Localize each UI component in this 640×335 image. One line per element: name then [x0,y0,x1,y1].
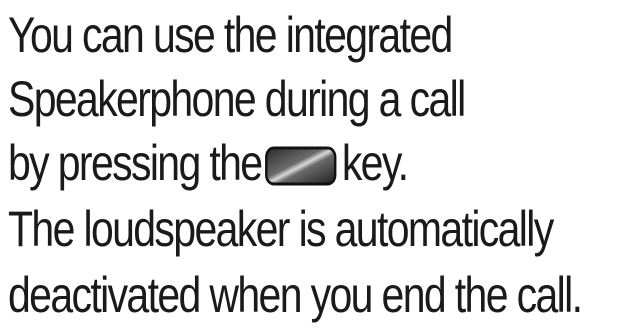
instruction-line-3-start: by pressing the [8,135,263,191]
instruction-line-4: The loudspeaker is automatically [8,201,554,257]
instruction-line-1: You can use the integrated [8,7,453,63]
instruction-line-3-end: key. [341,135,409,191]
instruction-line-2: Speakerphone during a call [8,71,466,127]
instruction-page: You can use the integrated Speakerphone … [0,0,640,335]
instruction-line-3: by pressing the key. [8,132,409,194]
speakerphone-key-icon [265,146,337,186]
instruction-line-5: deactivated when you end the call. [8,267,583,323]
